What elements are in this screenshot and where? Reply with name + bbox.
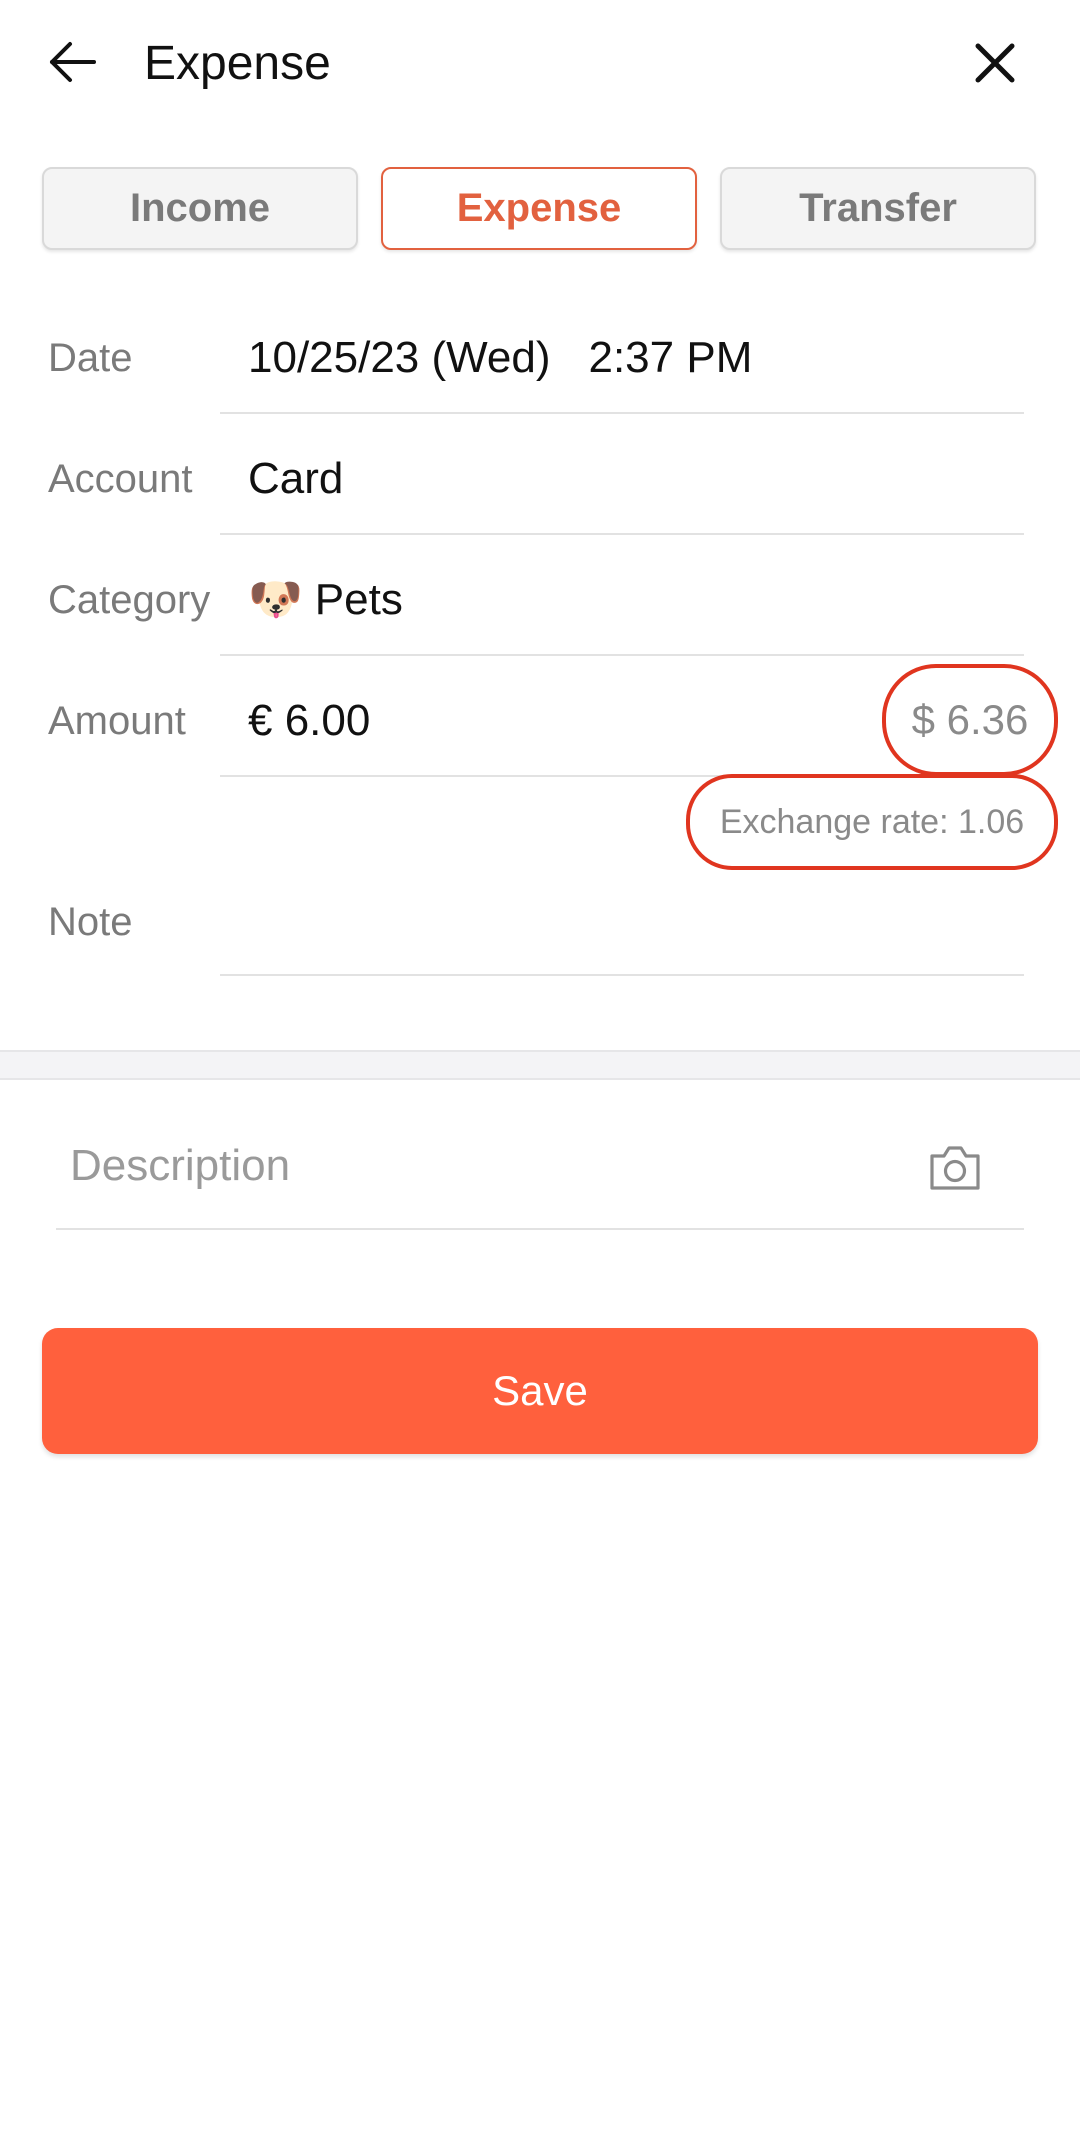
save-button[interactable]: Save (42, 1328, 1038, 1454)
divider (220, 412, 1024, 414)
tab-expense[interactable]: Expense (381, 167, 697, 250)
converted-amount: $ 6.36 (882, 664, 1058, 776)
camera-icon[interactable] (928, 1142, 982, 1192)
amount-label: Amount (48, 699, 186, 743)
divider (220, 533, 1024, 535)
date-label: Date (48, 336, 133, 380)
category-label: Category (48, 578, 211, 622)
divider (56, 1228, 1024, 1230)
category-text: Pets (314, 575, 403, 624)
time-text[interactable]: 2:37 PM (588, 332, 752, 384)
account-label: Account (48, 457, 193, 501)
top-app-bar: Expense (0, 0, 1080, 130)
amount-value[interactable]: € 6.00 (248, 695, 370, 747)
transaction-type-tabs: Income Expense Transfer (42, 167, 1038, 250)
exchange-rate[interactable]: Exchange rate: 1.06 (686, 774, 1058, 870)
arrow-left-icon[interactable] (44, 34, 100, 90)
date-value[interactable]: 10/25/23 (Wed) 2:37 PM (248, 332, 752, 384)
date-text[interactable]: 10/25/23 (Wed) (248, 332, 550, 384)
page-title: Expense (144, 37, 331, 90)
close-icon[interactable] (968, 36, 1022, 90)
section-divider (0, 1050, 1080, 1080)
account-value[interactable]: Card (248, 453, 343, 505)
category-value[interactable]: 🐶 Pets (248, 574, 403, 626)
dog-icon: 🐶 (248, 575, 303, 624)
tab-income[interactable]: Income (42, 167, 358, 250)
tab-transfer[interactable]: Transfer (720, 167, 1036, 250)
divider (220, 654, 1024, 656)
description-input[interactable]: Description (70, 1140, 290, 1192)
note-label: Note (48, 900, 133, 944)
divider (220, 974, 1024, 976)
